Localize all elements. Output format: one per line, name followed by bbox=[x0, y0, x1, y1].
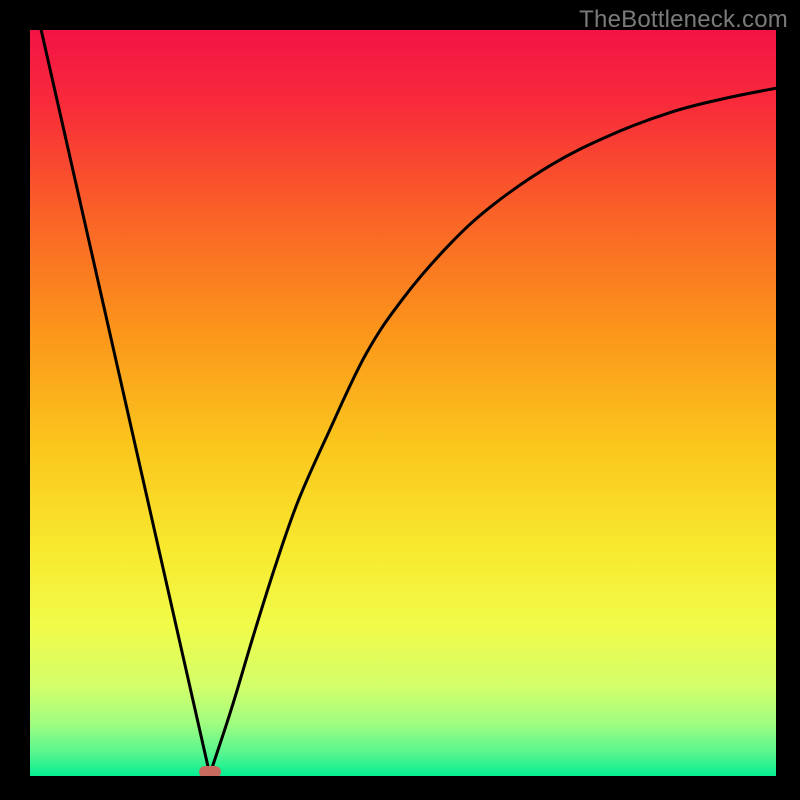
curve-layer bbox=[30, 30, 776, 776]
minimum-marker bbox=[199, 766, 221, 776]
series-left-line bbox=[41, 30, 210, 775]
chart-frame: TheBottleneck.com bbox=[0, 0, 800, 800]
watermark-text: TheBottleneck.com bbox=[579, 6, 788, 34]
plot-area bbox=[30, 30, 776, 776]
series-right-curve bbox=[210, 88, 776, 774]
